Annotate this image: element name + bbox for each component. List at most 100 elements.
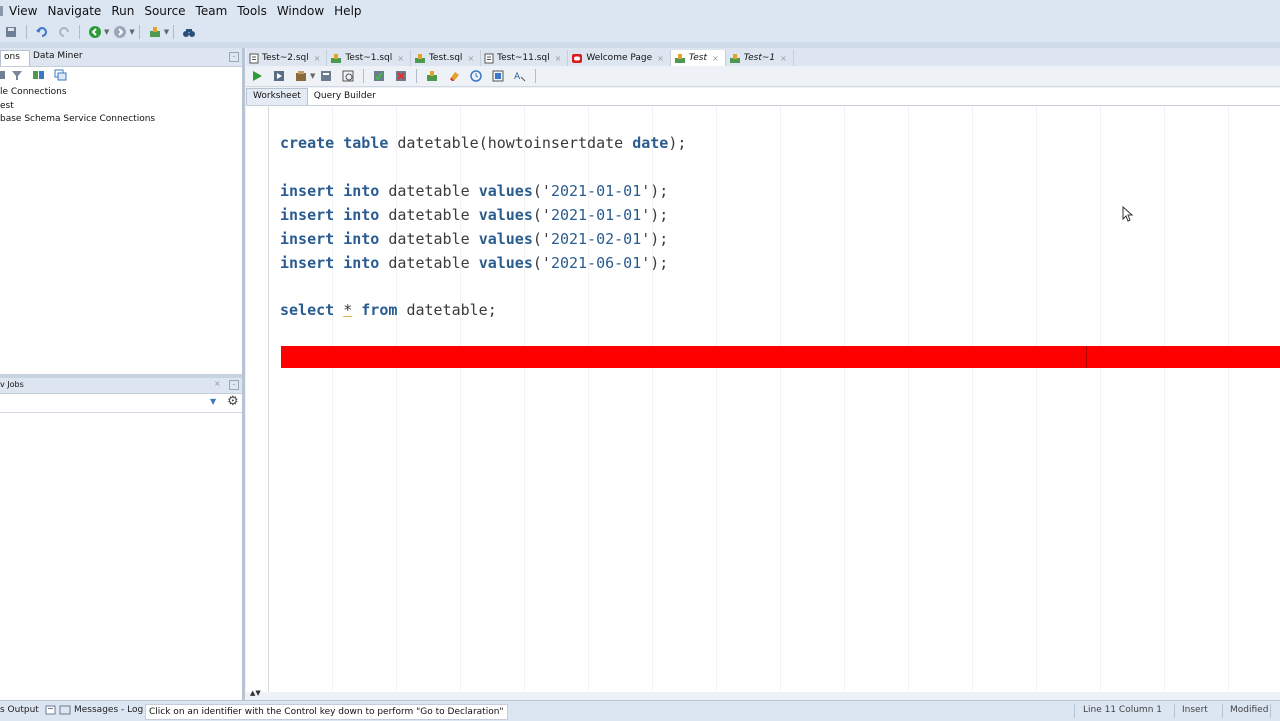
- menu-view[interactable]: View: [4, 4, 42, 18]
- collapse-all-icon[interactable]: [53, 67, 69, 83]
- identifier: howtoinsertdate: [487, 134, 624, 152]
- string-literal: 2021-01-01: [550, 206, 642, 224]
- keyword: into: [343, 182, 380, 200]
- forward-icon[interactable]: [112, 24, 128, 40]
- tab-label: Test.sql: [428, 53, 463, 63]
- output-tab[interactable]: s Output: [0, 705, 39, 715]
- run-statement-icon[interactable]: [249, 68, 265, 84]
- sql-history-icon[interactable]: [468, 68, 484, 84]
- gear-icon[interactable]: ⚙: [227, 395, 239, 409]
- toolbar-separator: [416, 69, 418, 83]
- format-icon[interactable]: A: [512, 68, 528, 84]
- query-builder-icon[interactable]: [490, 68, 506, 84]
- menu-run[interactable]: Run: [106, 4, 139, 18]
- keyword: select: [280, 301, 335, 319]
- string-literal: 2021-01-01: [550, 182, 642, 200]
- tab-query-builder[interactable]: Query Builder: [308, 89, 382, 105]
- code-line-create: create table datetable(howtoinsertdate d…: [280, 134, 687, 152]
- tab-connections[interactable]: ons: [0, 50, 30, 66]
- undo-icon[interactable]: [34, 24, 50, 40]
- run-script-icon[interactable]: [271, 68, 287, 84]
- close-icon[interactable]: ×: [467, 54, 474, 63]
- keyword: into: [343, 206, 380, 224]
- minimize-icon[interactable]: –: [229, 380, 239, 390]
- scroll-arrows-icon[interactable]: ▲▼: [250, 689, 261, 697]
- menu-navigate[interactable]: Navigate: [42, 4, 106, 18]
- tree-item-test[interactable]: est: [0, 100, 245, 114]
- tab-worksheet[interactable]: Worksheet: [246, 88, 308, 105]
- menu-team[interactable]: Team: [191, 4, 233, 18]
- current-line-divider: [1086, 346, 1087, 368]
- keyword: values: [478, 206, 533, 224]
- tab-test-2-sql[interactable]: Test~2.sql ×: [246, 50, 328, 66]
- menu-window[interactable]: Window: [272, 4, 329, 18]
- back-icon[interactable]: [87, 24, 103, 40]
- chevron-down-icon[interactable]: ▼: [310, 72, 315, 80]
- status-message: Click on an identifier with the Control …: [145, 704, 508, 720]
- rollback-icon[interactable]: [393, 68, 409, 84]
- tab-welcome-page[interactable]: Welcome Page ×: [568, 50, 671, 66]
- tab-test-1-worksheet[interactable]: Test~1 ×: [726, 50, 794, 66]
- binoculars-icon[interactable]: [181, 24, 197, 40]
- tab-test-sql[interactable]: Test.sql ×: [411, 50, 482, 66]
- close-icon[interactable]: ×: [214, 379, 221, 388]
- close-icon[interactable]: ×: [657, 54, 664, 63]
- chevron-down-icon[interactable]: ▼: [129, 28, 134, 36]
- unshared-worksheet-icon[interactable]: [424, 68, 440, 84]
- jobs-dropdown[interactable]: [0, 397, 222, 409]
- tab-test-1-sql[interactable]: Test~1.sql ×: [327, 50, 411, 66]
- keyword: create: [280, 134, 335, 152]
- tree-item-database-schema-service[interactable]: base Schema Service Connections: [0, 113, 245, 127]
- keyword: values: [478, 182, 533, 200]
- status-divider: [1174, 704, 1175, 718]
- identifier: datetable: [388, 254, 470, 272]
- chevron-down-icon[interactable]: ▼: [210, 397, 216, 406]
- tab-test-worksheet[interactable]: Test ×: [670, 50, 726, 66]
- identifier: datetable: [388, 230, 470, 248]
- autotrace-icon[interactable]: [293, 68, 309, 84]
- tab-label: Test~1: [743, 53, 776, 63]
- connections-toolbar: [0, 67, 245, 83]
- explain-plan-icon[interactable]: [318, 68, 334, 84]
- close-icon[interactable]: ×: [314, 54, 321, 63]
- eraser-icon[interactable]: [446, 68, 462, 84]
- minimize-icon[interactable]: –: [229, 52, 239, 62]
- redo-icon[interactable]: [56, 24, 72, 40]
- sql-editor[interactable]: create table datetable(howtoinsertdate d…: [246, 106, 1280, 692]
- add-connection-icon[interactable]: [0, 67, 6, 83]
- wildcard: *: [343, 301, 353, 319]
- identifier: datetable: [397, 134, 479, 152]
- toolbar-separator: [535, 69, 537, 83]
- db-migration-icon[interactable]: [147, 24, 163, 40]
- close-icon[interactable]: ×: [555, 54, 562, 63]
- schema-browser-icon[interactable]: [31, 67, 47, 83]
- close-icon[interactable]: ×: [712, 54, 719, 63]
- tab-data-miner[interactable]: Data Miner: [30, 50, 86, 62]
- code-line-insert: insert into datetable values('2021-06-01…: [280, 254, 669, 272]
- sql-tuning-icon[interactable]: [340, 68, 356, 84]
- connections-panel-header: ons Data Miner –: [0, 48, 245, 67]
- chevron-down-icon[interactable]: ▼: [104, 28, 109, 36]
- tree-item-oracle-connections[interactable]: le Connections: [0, 86, 245, 100]
- menu-help[interactable]: Help: [329, 4, 366, 18]
- left-panel-border[interactable]: [242, 48, 245, 700]
- close-icon[interactable]: ×: [397, 54, 404, 63]
- line-gutter: [246, 106, 269, 692]
- menu-tools[interactable]: Tools: [232, 4, 272, 18]
- close-icon[interactable]: ×: [780, 54, 787, 63]
- commit-icon[interactable]: [371, 68, 387, 84]
- menu-source[interactable]: Source: [139, 4, 190, 18]
- tab-test-11-sql[interactable]: Test~11.sql ×: [481, 50, 569, 66]
- toolbar-separator: [363, 69, 365, 83]
- mouse-pointer-icon: [1122, 205, 1134, 222]
- filter-icon[interactable]: [9, 67, 25, 83]
- svg-text:A: A: [514, 72, 521, 82]
- toolbar-separator: [138, 25, 140, 39]
- tab-label: Test~2.sql: [262, 53, 309, 63]
- chevron-down-icon[interactable]: ▼: [164, 28, 169, 36]
- status-divider: [1270, 704, 1271, 718]
- keyword: insert: [280, 254, 335, 272]
- tab-label: Test~1.sql: [345, 53, 393, 63]
- messages-log-tab[interactable]: Messages - Log: [74, 705, 143, 715]
- save-all-icon[interactable]: [3, 24, 19, 40]
